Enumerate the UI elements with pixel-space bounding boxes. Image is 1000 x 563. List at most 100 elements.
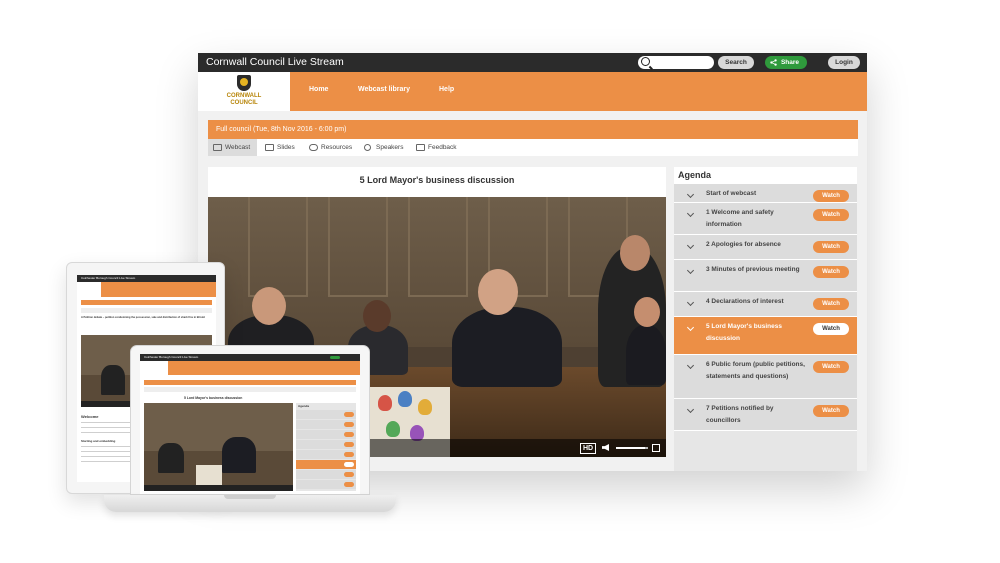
paperclip-icon xyxy=(309,144,318,151)
agenda-item-label: 1 Welcome and safety information xyxy=(706,209,774,228)
agenda-item[interactable]: 6 Public forum (public petitions, statem… xyxy=(674,355,857,399)
agenda-item-label: 4 Declarations of interest xyxy=(706,298,784,305)
laptop-watch-button xyxy=(344,472,354,477)
fullscreen-icon[interactable] xyxy=(652,444,660,452)
top-bar: Cornwall Council Live Stream Search Shar… xyxy=(198,53,867,72)
laptop-watch-button xyxy=(344,412,354,417)
laptop-app-title: Colchester Borough Council Live Stream xyxy=(144,355,199,359)
agenda-item[interactable]: 3 Minutes of previous meeting Watch xyxy=(674,260,857,292)
chevron-down-icon[interactable] xyxy=(686,209,695,218)
council-logo[interactable]: CORNWALL COUNCIL xyxy=(198,72,290,111)
chevron-down-icon[interactable] xyxy=(686,298,695,307)
laptop-agenda-item xyxy=(296,440,356,449)
tablet-section: Starting and embedding xyxy=(81,439,116,443)
chevron-down-icon[interactable] xyxy=(686,266,695,275)
agenda-item-label: 6 Public forum (public petitions, statem… xyxy=(706,361,805,380)
laptop-share-button xyxy=(330,356,340,359)
tab-label: Slides xyxy=(277,144,295,151)
agenda-item-label: 7 Petitions notified by councillors xyxy=(706,405,774,424)
agenda-item[interactable]: 5 Lord Mayor's business discussion Watch xyxy=(674,317,857,355)
agenda-item[interactable]: 7 Petitions notified by councillors Watch xyxy=(674,399,857,431)
agenda-item-label: 5 Lord Mayor's business discussion xyxy=(706,323,782,342)
agenda-item[interactable]: 1 Welcome and safety information Watch xyxy=(674,203,857,235)
tab-label: Feedback xyxy=(428,144,457,151)
laptop-logo xyxy=(140,361,168,375)
nav-band: CORNWALL COUNCIL Home Webcast library He… xyxy=(198,72,867,111)
tab-label: Speakers xyxy=(376,144,404,151)
meeting-title: Full council (Tue, 8th Nov 2016 - 6:00 p… xyxy=(208,120,858,139)
nav-webcast-library[interactable]: Webcast library xyxy=(358,86,410,93)
mayor xyxy=(452,307,562,387)
laptop-player-title: 5 Lord Mayor's business discussion xyxy=(184,396,243,400)
share-button[interactable]: Share xyxy=(765,56,807,69)
person-icon xyxy=(364,144,371,151)
watch-button[interactable]: Watch xyxy=(813,405,849,417)
laptop-agenda-item xyxy=(296,410,356,419)
agenda-item[interactable]: 2 Apologies for absence Watch xyxy=(674,235,857,260)
tab-label: Webcast xyxy=(225,144,251,151)
tab-resources[interactable]: Resources xyxy=(304,139,356,156)
search-input[interactable] xyxy=(638,56,714,69)
tab-webcast[interactable]: Webcast xyxy=(208,139,257,156)
volume-icon[interactable] xyxy=(602,444,609,451)
search-button[interactable]: Search xyxy=(718,56,754,69)
login-button[interactable]: Login xyxy=(828,56,860,69)
watch-button[interactable]: Watch xyxy=(813,209,849,221)
tab-speakers[interactable]: Speakers xyxy=(359,139,409,156)
webcast-icon xyxy=(213,144,222,151)
agenda-panel: Agenda Start of webcast Watch 1 Welcome an… xyxy=(674,167,857,471)
laptop-agenda-item xyxy=(296,430,356,439)
laptop-base xyxy=(104,495,396,512)
logo-text-1: CORNWALL xyxy=(226,93,262,99)
laptop-agenda-item xyxy=(296,450,356,459)
agenda-item[interactable]: 4 Declarations of interest Watch xyxy=(674,292,857,317)
chevron-down-icon[interactable] xyxy=(686,241,695,250)
laptop-video[interactable] xyxy=(144,403,293,491)
laptop-device: Colchester Borough Council Live Stream 5… xyxy=(130,345,370,495)
watch-button[interactable]: Watch xyxy=(813,361,849,373)
agenda-item[interactable]: Start of webcast Watch xyxy=(674,184,857,203)
watch-button[interactable]: Watch xyxy=(813,298,849,310)
laptop-watch-button xyxy=(344,432,354,437)
search-icon xyxy=(641,57,650,66)
share-label: Share xyxy=(780,59,800,66)
chevron-down-icon[interactable] xyxy=(686,323,695,332)
agenda-title: Agenda xyxy=(674,167,857,184)
laptop-agenda-item xyxy=(296,480,356,489)
tablet-welcome: Welcome xyxy=(81,414,99,419)
feedback-icon xyxy=(416,144,425,151)
chevron-down-icon[interactable] xyxy=(686,361,695,370)
agenda-item-label: 2 Apologies for absence xyxy=(706,241,781,248)
laptop-watch-button xyxy=(344,452,354,457)
crest-icon xyxy=(237,75,251,91)
tab-slides[interactable]: Slides xyxy=(260,139,302,156)
watch-button[interactable]: Watch xyxy=(813,190,849,202)
laptop-screen: Colchester Borough Council Live Stream 5… xyxy=(140,354,360,494)
watch-button[interactable]: Watch xyxy=(813,323,849,335)
chevron-down-icon[interactable] xyxy=(686,190,695,199)
agenda-item-label: 3 Minutes of previous meeting xyxy=(706,266,800,273)
chevron-down-icon[interactable] xyxy=(686,405,695,414)
nav-help[interactable]: Help xyxy=(439,86,454,93)
tab-feedback[interactable]: Feedback xyxy=(411,139,461,156)
laptop-watch-button xyxy=(344,422,354,427)
laptop-agenda: Agenda xyxy=(296,403,356,491)
volume-level xyxy=(616,447,645,449)
watch-button[interactable]: Watch xyxy=(813,241,849,253)
tablet-headline: A Petition debate – petition condemning … xyxy=(81,316,205,319)
laptop-agenda-item xyxy=(296,420,356,429)
watch-button[interactable]: Watch xyxy=(813,266,849,278)
laptop-watch-button xyxy=(344,442,354,447)
tab-label: Resources xyxy=(321,144,353,151)
laptop-watch-button xyxy=(344,482,354,487)
share-icon xyxy=(770,59,777,66)
hd-toggle[interactable]: HD xyxy=(580,443,597,454)
tab-bar: Webcast Slides Resources Speakers Feedba… xyxy=(208,139,858,156)
nav-home[interactable]: Home xyxy=(309,86,328,93)
laptop-agenda-item xyxy=(296,460,356,469)
laptop-watch-button xyxy=(344,462,354,467)
logo-text-2: COUNCIL xyxy=(230,100,258,106)
laptop-agenda-item xyxy=(296,470,356,479)
volume-slider[interactable] xyxy=(616,447,648,449)
agenda-list: Start of webcast Watch 1 Welcome and safet… xyxy=(674,184,857,431)
